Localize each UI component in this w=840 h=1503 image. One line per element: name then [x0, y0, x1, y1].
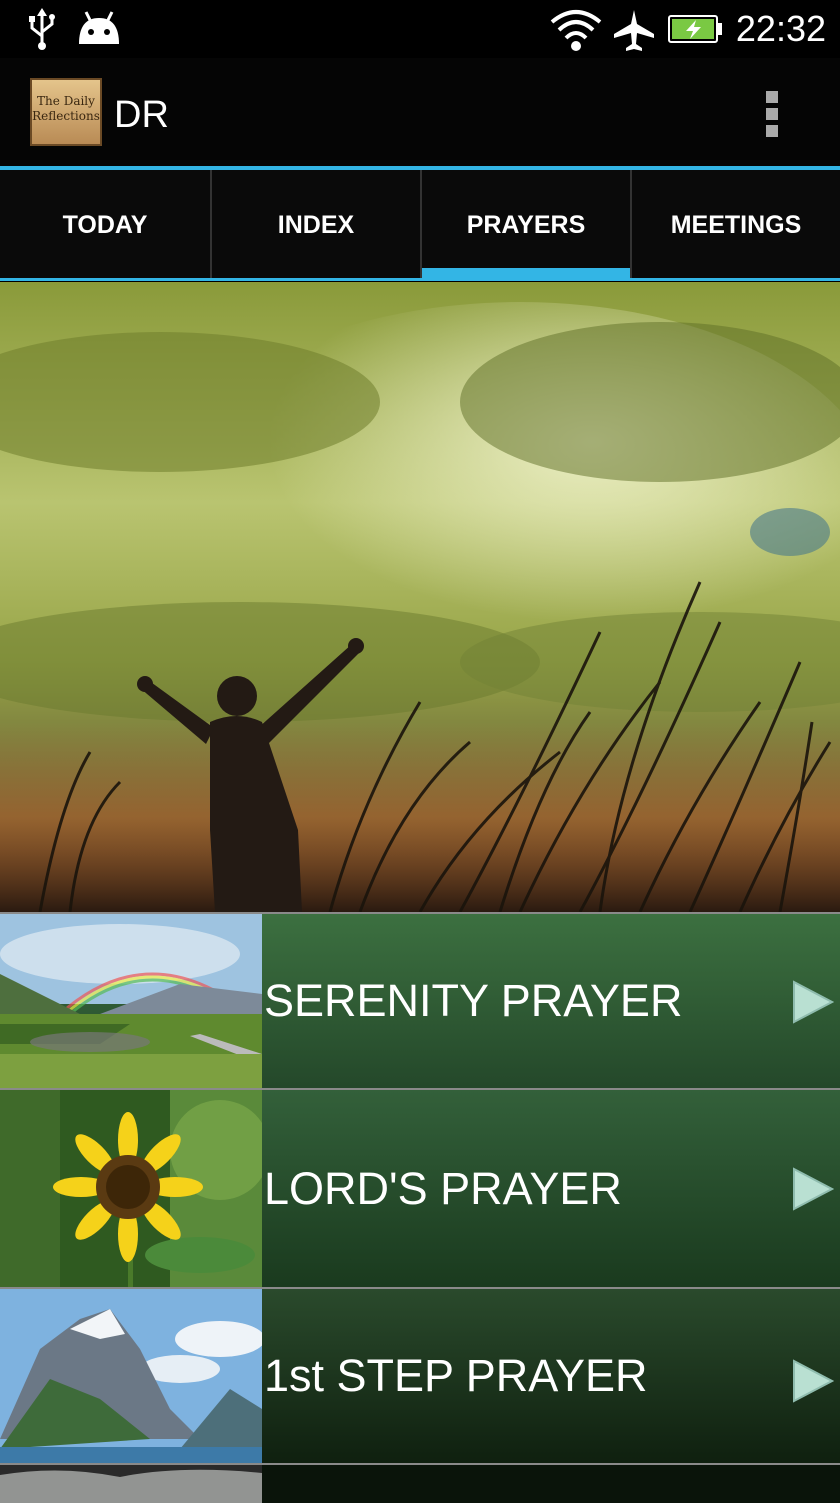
- list-item-label: 1st STEP PRAYER: [264, 1350, 648, 1401]
- chevron-right-icon: [793, 1167, 834, 1211]
- tab-label: MEETINGS: [670, 210, 802, 239]
- overflow-menu-icon[interactable]: [766, 91, 782, 139]
- tab-label: TODAY: [62, 210, 148, 239]
- tab-bar: TODAY INDEX PRAYERS MEETINGS: [0, 170, 840, 280]
- list-item-label: LORD'S PRAYER: [264, 1162, 622, 1214]
- tab-label: PRAYERS: [466, 210, 586, 239]
- airplane-mode-icon: [614, 10, 654, 51]
- prayer-list: SERENITY PRAYER LORD'S PRAYER 1st STEP P…: [0, 912, 840, 1503]
- wifi-icon: [550, 10, 602, 51]
- android-icon: [79, 11, 119, 44]
- action-bar: The Daily Reflections DR: [0, 58, 840, 166]
- rainbow-valley-thumbnail: [0, 914, 262, 1088]
- tab-prayers[interactable]: PRAYERS: [420, 170, 630, 280]
- tab-label: INDEX: [277, 210, 355, 239]
- chevron-right-icon: [793, 1359, 834, 1403]
- battery-charging-icon: [668, 15, 722, 43]
- tab-meetings[interactable]: MEETINGS: [630, 170, 840, 280]
- app-logo[interactable]: The Daily Reflections: [30, 78, 102, 146]
- list-item-label: SERENITY PRAYER: [264, 975, 683, 1026]
- usb-icon: [29, 8, 55, 50]
- tab-index[interactable]: INDEX: [210, 170, 420, 280]
- chevron-right-icon: [793, 980, 834, 1024]
- tab-bar-divider: [0, 278, 840, 281]
- hero-image: [0, 282, 840, 912]
- list-item-lords-prayer[interactable]: LORD'S PRAYER: [0, 1088, 840, 1287]
- list-item-serenity-prayer[interactable]: SERENITY PRAYER: [0, 912, 840, 1088]
- status-bar: 22:32: [0, 0, 840, 58]
- list-item-partial[interactable]: [0, 1463, 840, 1503]
- mountain-lake-thumbnail: [0, 1289, 262, 1463]
- tab-today[interactable]: TODAY: [0, 170, 210, 280]
- app-title: DR: [114, 94, 169, 136]
- partial-thumbnail: [0, 1465, 262, 1503]
- sunflower-thumbnail: [0, 1090, 262, 1287]
- status-clock: 22:32: [735, 8, 826, 49]
- list-item-1st-step-prayer[interactable]: 1st STEP PRAYER: [0, 1287, 840, 1463]
